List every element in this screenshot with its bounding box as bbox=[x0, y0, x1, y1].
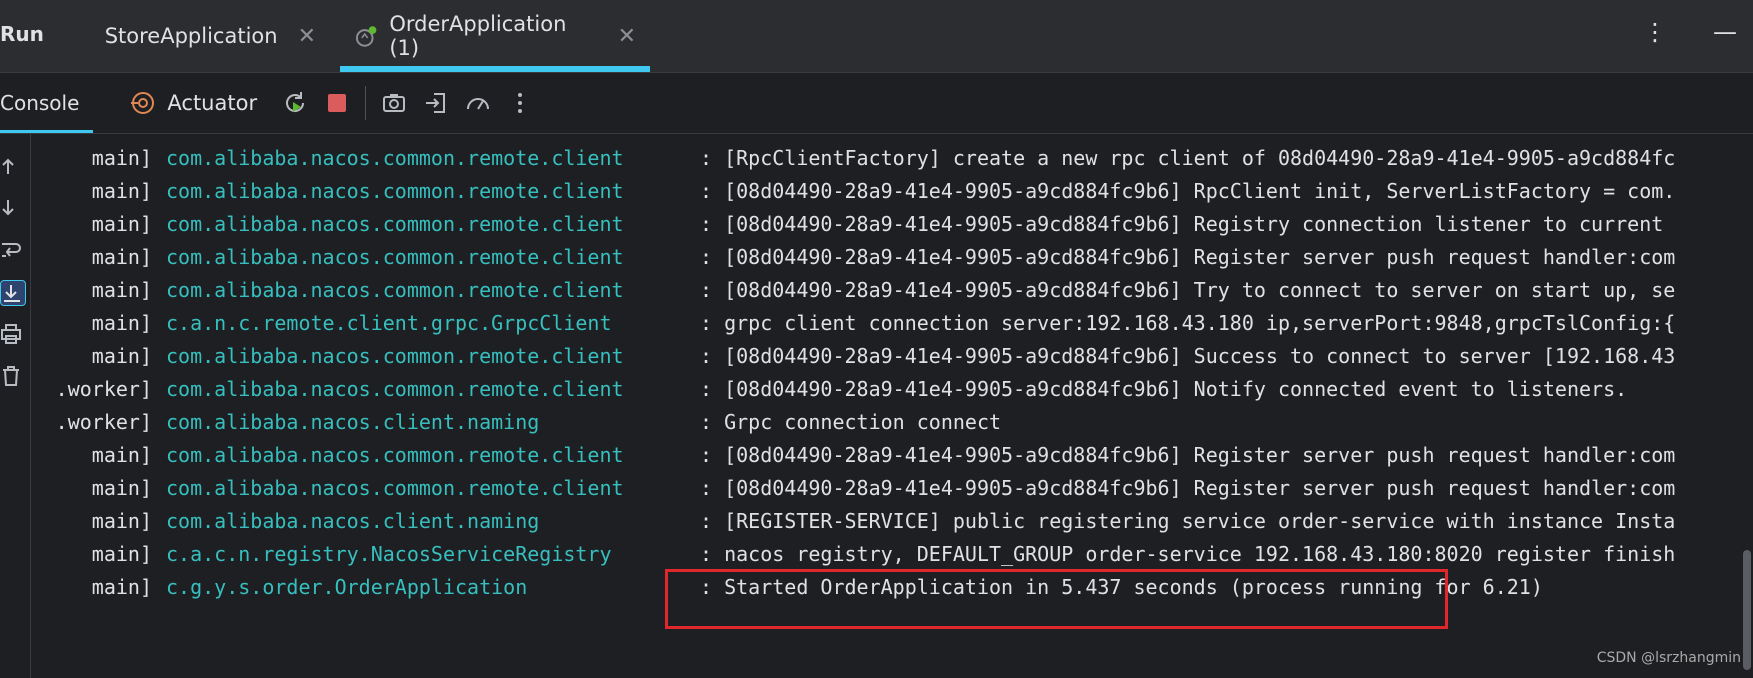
log-thread: main] bbox=[91, 509, 152, 533]
rerun-icon[interactable] bbox=[281, 89, 309, 117]
tab-store-application[interactable]: StoreApplication ✕ bbox=[80, 0, 330, 72]
arrow-down-icon[interactable] bbox=[0, 196, 24, 220]
log-logger[interactable]: com.alibaba.nacos.common.remote.client bbox=[166, 206, 624, 243]
log-logger[interactable]: com.alibaba.nacos.common.remote.client bbox=[166, 173, 624, 210]
log-logger[interactable]: com.alibaba.nacos.client.naming bbox=[166, 503, 539, 540]
log-thread: main] bbox=[91, 179, 152, 203]
log-message: : nacos registry, DEFAULT_GROUP order-se… bbox=[700, 542, 1676, 566]
log-thread: .worker] bbox=[55, 377, 152, 401]
log-logger[interactable]: c.a.c.n.registry.NacosServiceRegistry bbox=[166, 536, 612, 573]
tab-label: OrderApplication (1) bbox=[389, 12, 567, 60]
log-message: : [08d04490-28a9-41e4-9905-a9cd884fc9b6]… bbox=[700, 212, 1664, 236]
log-logger[interactable]: com.alibaba.nacos.common.remote.client bbox=[166, 437, 624, 474]
log-thread: main] bbox=[91, 476, 152, 500]
run-title: Run bbox=[0, 22, 44, 46]
log-logger[interactable]: c.g.y.s.order.OrderApplication bbox=[166, 569, 527, 606]
login-icon[interactable] bbox=[422, 89, 450, 117]
log-message: : Grpc connection connect bbox=[700, 410, 1002, 434]
log-message: : [08d04490-28a9-41e4-9905-a9cd884fc9b6]… bbox=[700, 344, 1676, 368]
log-message: : [08d04490-28a9-41e4-9905-a9cd884fc9b6]… bbox=[700, 245, 1676, 269]
log-thread: main] bbox=[91, 542, 152, 566]
log-message: : [REGISTER-SERVICE] public registering … bbox=[700, 509, 1676, 533]
actuator-icon bbox=[131, 92, 155, 114]
log-logger[interactable]: com.alibaba.nacos.common.remote.client bbox=[166, 239, 624, 276]
spring-run-icon bbox=[355, 26, 377, 47]
log-logger[interactable]: com.alibaba.nacos.common.remote.client bbox=[166, 140, 624, 177]
window-actions: ⋮ — bbox=[1643, 18, 1753, 46]
close-icon[interactable]: ✕ bbox=[618, 24, 636, 49]
console-gutter bbox=[0, 134, 31, 678]
trash-icon[interactable] bbox=[0, 364, 24, 388]
print-icon[interactable] bbox=[0, 322, 24, 346]
screenshot-icon[interactable] bbox=[380, 89, 408, 117]
toolbar-separator bbox=[365, 86, 367, 120]
tab-actuator[interactable]: Actuator bbox=[129, 89, 257, 117]
log-message: : grpc client connection server:192.168.… bbox=[700, 311, 1676, 335]
more-icon[interactable] bbox=[506, 89, 534, 117]
scroll-to-end-icon[interactable] bbox=[0, 280, 26, 306]
tab-console[interactable]: Console bbox=[0, 73, 94, 133]
log-message: : [08d04490-28a9-41e4-9905-a9cd884fc9b6]… bbox=[700, 179, 1676, 203]
watermark: CSDN @lsrzhangmin bbox=[1596, 650, 1741, 666]
run-tool-window-header: Run StoreApplication ✕ OrderApplication … bbox=[0, 0, 1753, 73]
log-logger[interactable]: com.alibaba.nacos.common.remote.client bbox=[166, 470, 624, 507]
toolbar-actions bbox=[281, 86, 534, 120]
log-message: : [RpcClientFactory] create a new rpc cl… bbox=[700, 146, 1676, 170]
console-output[interactable]: main] com.alibaba.nacos.common.remote.cli… bbox=[30, 140, 1753, 678]
log-thread: .worker] bbox=[55, 410, 152, 434]
log-logger[interactable]: c.a.n.c.remote.client.grpc.GrpcClient bbox=[166, 305, 612, 342]
dashboard-icon[interactable] bbox=[464, 89, 492, 117]
log-logger[interactable]: com.alibaba.nacos.common.remote.client bbox=[166, 272, 624, 309]
close-icon[interactable]: ✕ bbox=[298, 24, 316, 49]
log-message: : [08d04490-28a9-41e4-9905-a9cd884fc9b6]… bbox=[700, 476, 1676, 500]
log-message: : [08d04490-28a9-41e4-9905-a9cd884fc9b6]… bbox=[700, 278, 1676, 302]
more-options-icon[interactable]: ⋮ bbox=[1643, 18, 1683, 46]
log-thread: main] bbox=[91, 146, 152, 170]
log-thread: main] bbox=[91, 311, 152, 335]
stop-icon[interactable] bbox=[323, 89, 351, 117]
log-logger[interactable]: com.alibaba.nacos.common.remote.client bbox=[166, 371, 624, 408]
log-thread: main] bbox=[91, 212, 152, 236]
log-thread: main] bbox=[91, 575, 152, 599]
tab-order-application[interactable]: OrderApplication (1) ✕ bbox=[340, 0, 650, 72]
log-thread: main] bbox=[91, 443, 152, 467]
tab-label: StoreApplication bbox=[104, 24, 278, 48]
console-toolbar: Console Actuator bbox=[0, 73, 1753, 134]
log-thread: main] bbox=[91, 344, 152, 368]
vertical-scrollbar[interactable] bbox=[1743, 550, 1751, 670]
log-message: : [08d04490-28a9-41e4-9905-a9cd884fc9b6]… bbox=[700, 377, 1628, 401]
log-logger[interactable]: com.alibaba.nacos.common.remote.client bbox=[166, 338, 624, 375]
log-message: : Started OrderApplication in 5.437 seco… bbox=[700, 575, 1543, 599]
spring-run-icon bbox=[94, 35, 95, 37]
soft-wrap-icon[interactable] bbox=[0, 238, 24, 262]
minimize-icon[interactable]: — bbox=[1713, 18, 1753, 46]
log-thread: main] bbox=[91, 278, 152, 302]
log-message: : [08d04490-28a9-41e4-9905-a9cd884fc9b6]… bbox=[700, 443, 1676, 467]
log-logger[interactable]: com.alibaba.nacos.client.naming bbox=[166, 404, 539, 441]
actuator-label: Actuator bbox=[167, 91, 258, 115]
arrow-up-icon[interactable] bbox=[0, 154, 24, 178]
log-thread: main] bbox=[91, 245, 152, 269]
